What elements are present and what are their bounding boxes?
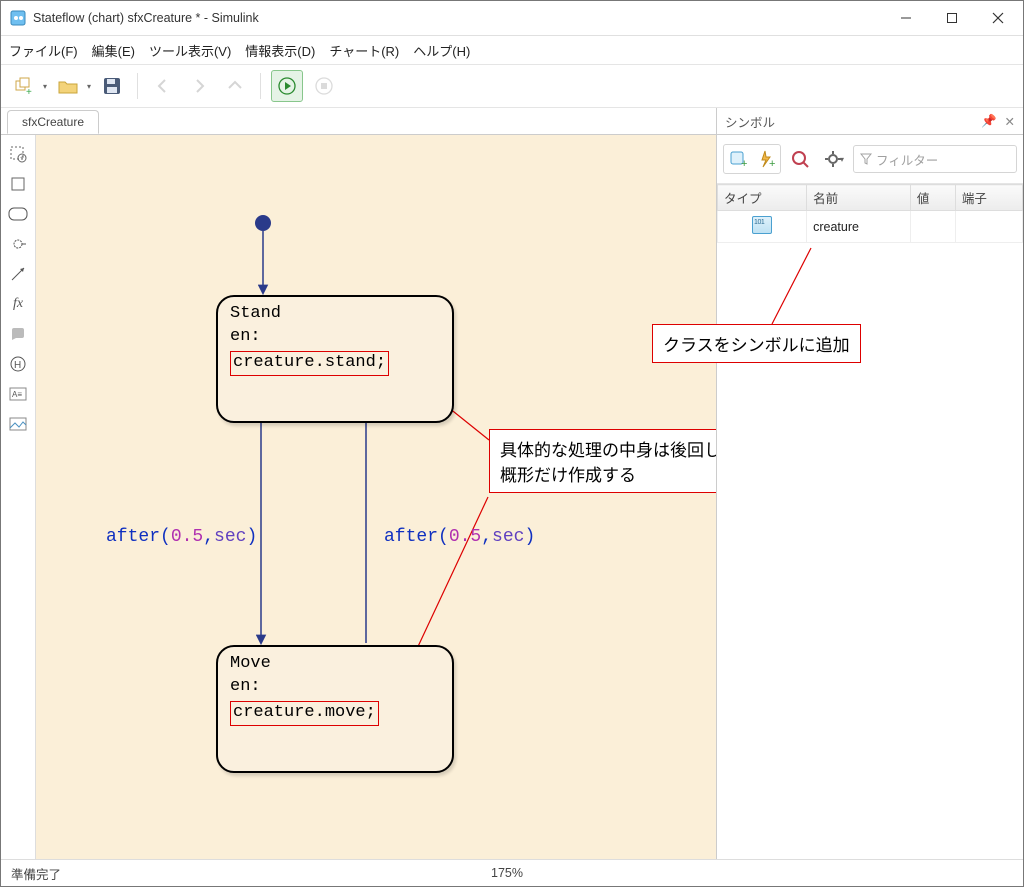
annotation-detail: 具体的な処理の中身は後回しにして 概形だけ作成する — [489, 429, 716, 493]
image-tool-icon[interactable] — [5, 411, 31, 437]
symbols-toolbar: + + ▾ フィルター — [717, 135, 1023, 184]
annotation-symbol: クラスをシンボルに追加 — [652, 324, 861, 363]
svg-text:+: + — [20, 155, 24, 162]
body: sfxCreature + fx H A≡ — [1, 108, 1023, 859]
col-type[interactable]: タイプ — [718, 185, 807, 211]
symbols-panel-header: シンボル 📌 ✕ — [717, 108, 1023, 135]
col-port[interactable]: 端子 — [955, 185, 1022, 211]
state-name: Stand — [230, 303, 440, 326]
state-entry-label: en: — [230, 676, 440, 699]
statusbar: 準備完了 175% — [1, 859, 1023, 886]
forward-button[interactable] — [184, 71, 214, 101]
svg-text:H: H — [14, 360, 21, 371]
canvas-wrap: + fx H A≡ — [1, 135, 716, 859]
tab-sfxcreature[interactable]: sfxCreature — [7, 110, 99, 134]
symbols-table: タイプ 名前 値 端子 creature — [717, 184, 1023, 243]
svg-text:+: + — [26, 87, 32, 97]
symbols-panel: シンボル 📌 ✕ + + ▾ フィルター — [717, 108, 1023, 859]
history-junction-icon[interactable]: H — [5, 351, 31, 377]
col-name[interactable]: 名前 — [807, 185, 911, 211]
table-row[interactable]: creature — [718, 211, 1023, 243]
state-name: Move — [230, 653, 440, 676]
annotation-line2: 概形だけ作成する — [500, 461, 716, 486]
dropdown-icon[interactable]: ▾ — [43, 82, 47, 91]
state-entry-code: creature.stand; — [230, 351, 389, 376]
menu-edit[interactable]: 編集(E) — [92, 41, 135, 60]
save-button[interactable] — [97, 71, 127, 101]
menu-file[interactable]: ファイル(F) — [9, 41, 78, 60]
cell-name[interactable]: creature — [807, 211, 911, 243]
filter-icon — [860, 153, 872, 165]
symbols-panel-title: シンボル — [725, 112, 775, 131]
run-button[interactable] — [271, 70, 303, 102]
state-move[interactable]: Move en: creature.move; — [216, 645, 454, 773]
state-tool-icon[interactable] — [5, 201, 31, 227]
svg-text:+: + — [741, 158, 747, 169]
window-controls — [883, 1, 1021, 35]
dropdown-icon[interactable]: ▾ — [87, 82, 91, 91]
app-icon — [9, 9, 27, 27]
toolbar: + ▾ ▾ — [1, 65, 1023, 108]
function-tool-icon[interactable]: fx — [5, 291, 31, 317]
cell-value[interactable] — [910, 211, 955, 243]
titlebar: Stateflow (chart) sfxCreature * - Simuli… — [1, 1, 1023, 36]
status-zoom: 175% — [61, 866, 953, 880]
menu-tool[interactable]: ツール表示(V) — [149, 41, 231, 60]
window-title: Stateflow (chart) sfxCreature * - Simuli… — [33, 11, 883, 25]
filter-input[interactable]: フィルター — [853, 145, 1017, 173]
cell-port[interactable] — [955, 211, 1022, 243]
chart-pane: sfxCreature + fx H A≡ — [1, 108, 717, 859]
transition-label-left[interactable]: after(0.5,sec) — [106, 527, 257, 547]
up-button[interactable] — [220, 71, 250, 101]
panel-close-icon[interactable]: ✕ — [1005, 114, 1015, 129]
fit-to-view-icon[interactable] — [5, 171, 31, 197]
new-model-button[interactable]: + — [9, 71, 39, 101]
svg-text:A≡: A≡ — [12, 390, 22, 399]
minimize-button[interactable] — [883, 1, 929, 35]
junction-tool-icon[interactable] — [5, 231, 31, 257]
default-transition-tool-icon[interactable] — [5, 261, 31, 287]
resolve-button[interactable] — [785, 144, 815, 174]
add-data-button[interactable]: + — [724, 145, 752, 173]
open-button[interactable] — [53, 71, 83, 101]
back-button[interactable] — [148, 71, 178, 101]
state-entry-code: creature.move; — [230, 701, 379, 726]
tool-palette: + fx H A≡ — [1, 135, 36, 859]
svg-text:+: + — [769, 158, 775, 169]
annotation-tool-icon[interactable] — [5, 321, 31, 347]
pin-icon[interactable]: 📌 — [981, 114, 997, 129]
maximize-button[interactable] — [929, 1, 975, 35]
settings-button[interactable]: ▾ — [819, 144, 849, 174]
close-button[interactable] — [975, 1, 1021, 35]
annotation-line1: 具体的な処理の中身は後回しにして — [500, 436, 716, 461]
transition-label-right[interactable]: after(0.5,sec) — [384, 527, 535, 547]
chart-canvas[interactable]: Stand en: creature.stand; Move en: creat… — [36, 135, 716, 859]
filter-placeholder: フィルター — [876, 150, 938, 169]
stop-button[interactable] — [309, 71, 339, 101]
add-event-button[interactable]: + — [752, 145, 780, 173]
menu-chart[interactable]: チャート(R) — [329, 41, 399, 60]
data-type-icon — [752, 216, 772, 234]
app-window: Stateflow (chart) sfxCreature * - Simuli… — [0, 0, 1024, 887]
col-value[interactable]: 値 — [910, 185, 955, 211]
state-entry-label: en: — [230, 326, 440, 349]
status-ready: 準備完了 — [11, 864, 61, 883]
menu-info[interactable]: 情報表示(D) — [245, 41, 315, 60]
menu-help[interactable]: ヘルプ(H) — [413, 41, 470, 60]
menubar: ファイル(F) 編集(E) ツール表示(V) 情報表示(D) チャート(R) ヘ… — [1, 36, 1023, 65]
text-tool-icon[interactable]: A≡ — [5, 381, 31, 407]
zoom-region-icon[interactable]: + — [5, 141, 31, 167]
tabbar: sfxCreature — [1, 108, 716, 135]
state-stand[interactable]: Stand en: creature.stand; — [216, 295, 454, 423]
